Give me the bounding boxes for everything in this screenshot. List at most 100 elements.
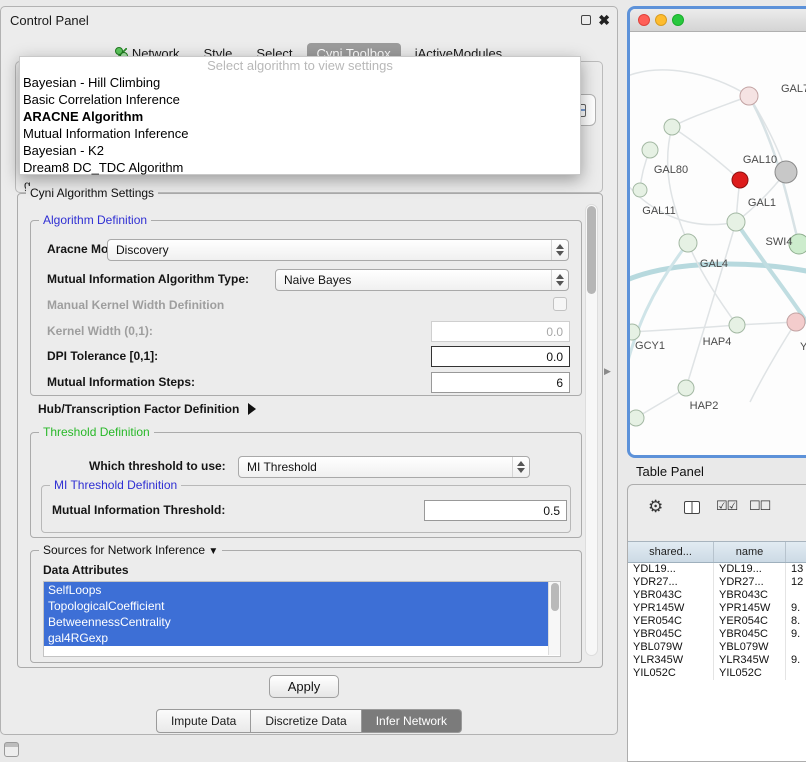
table-row[interactable]: YER054CYER054C8. <box>628 615 806 628</box>
algorithm-option[interactable]: Dream8 DC_TDC Algorithm <box>20 159 580 176</box>
columns-icon[interactable] <box>684 501 700 514</box>
table-header[interactable]: shared...name <box>628 542 806 563</box>
node-label: GAL10 <box>743 154 777 166</box>
network-edge[interactable] <box>636 388 686 418</box>
float-window-icon[interactable] <box>581 15 591 25</box>
hub-definition-toggle[interactable]: Hub/Transcription Factor Definition <box>38 402 256 416</box>
table-row[interactable]: YDR27...YDR27...12 <box>628 576 806 589</box>
bottom-tab-discretize-data[interactable]: Discretize Data <box>251 709 361 733</box>
table-row[interactable]: YIL052CYIL052C <box>628 667 806 680</box>
table-cell: 9. <box>786 654 806 667</box>
network-node[interactable] <box>633 183 647 197</box>
attribute-list-item[interactable]: TopologicalCoefficient <box>44 598 560 614</box>
network-edge[interactable] <box>630 70 749 96</box>
zoom-traffic-light[interactable] <box>672 14 684 26</box>
bottom-tab-impute-data[interactable]: Impute Data <box>156 709 251 733</box>
close-traffic-light[interactable] <box>638 14 650 26</box>
mi-threshold-field[interactable]: 0.5 <box>424 500 567 521</box>
bottom-tab-infer-network[interactable]: Infer Network <box>362 709 462 733</box>
mi-type-select[interactable]: Naive Bayes <box>275 269 569 291</box>
minimized-panel-icon[interactable] <box>4 742 19 757</box>
scrollbar-thumb[interactable] <box>587 206 596 294</box>
network-window-titlebar[interactable] <box>630 9 806 32</box>
select-all-icon[interactable]: ☑☑ <box>716 498 737 514</box>
network-node[interactable] <box>678 380 694 396</box>
network-edge[interactable] <box>668 127 688 243</box>
network-node[interactable] <box>727 213 745 231</box>
table-cell: YER054C <box>628 615 714 628</box>
column-header[interactable]: name <box>714 542 786 562</box>
attribute-list-item[interactable]: BetweennessCentrality <box>44 614 560 630</box>
which-threshold-select[interactable]: MI Threshold <box>238 456 530 478</box>
network-edge[interactable] <box>750 322 796 402</box>
table-panel-window: ⚙ ☑☑ ☐☐ shared...name YDL19...YDL19...13… <box>627 484 806 762</box>
mi-steps-field[interactable]: 6 <box>431 372 570 393</box>
network-node[interactable] <box>642 142 658 158</box>
table-row[interactable]: YBL079WYBL079W <box>628 641 806 654</box>
threshold-definition-group: Threshold Definition Which threshold to … <box>30 432 582 538</box>
network-node[interactable] <box>630 410 644 426</box>
algorithm-popup: Select algorithm to view settings Bayesi… <box>19 56 581 175</box>
table-cell: YDL19... <box>714 563 786 576</box>
combo-arrows-icon <box>551 270 568 290</box>
combo-arrows-icon <box>551 240 568 260</box>
attribute-list-scrollbar[interactable] <box>548 582 560 655</box>
algorithm-option[interactable]: Bayesian - K2 <box>20 142 580 159</box>
table-row[interactable]: YPR145WYPR145W9. <box>628 602 806 615</box>
network-node[interactable] <box>729 317 745 333</box>
minimize-traffic-light[interactable] <box>655 14 667 26</box>
deselect-all-icon[interactable]: ☐☐ <box>749 498 770 514</box>
panel-resize-handle[interactable]: ▶ <box>604 366 611 377</box>
settings-scrollbar[interactable] <box>585 204 598 656</box>
table-cell: YER054C <box>714 615 786 628</box>
table-row[interactable]: YLR345WYLR345W9. <box>628 654 806 667</box>
attribute-list-item[interactable]: SelfLoops <box>44 582 560 598</box>
table-cell: YPR145W <box>714 602 786 615</box>
network-node[interactable] <box>787 313 805 331</box>
network-edge[interactable] <box>688 243 737 325</box>
network-edge[interactable] <box>632 325 737 332</box>
network-edge[interactable] <box>672 96 749 127</box>
node-label: GAL7 <box>781 83 806 95</box>
node-label: YE <box>800 341 806 353</box>
network-node[interactable] <box>664 119 680 135</box>
dpi-tolerance-field[interactable]: 0.0 <box>431 346 570 367</box>
table-cell <box>786 641 806 654</box>
network-canvas[interactable]: GAL7GAL80GAL10GAL11GAL1SWI4GAL4GCY1HAP4H… <box>630 32 806 455</box>
data-attributes-label: Data Attributes <box>43 563 129 577</box>
table-row[interactable]: YBR043CYBR043C <box>628 589 806 602</box>
column-header[interactable]: shared... <box>628 542 714 562</box>
network-node[interactable] <box>679 234 697 252</box>
node-table: shared...name YDL19...YDL19...13YDR27...… <box>628 541 806 761</box>
network-node[interactable] <box>775 161 797 183</box>
sources-group: Sources for Network Inference ▼ Data Att… <box>30 550 582 663</box>
table-cell: YDL19... <box>628 563 714 576</box>
mi-threshold-group-title: MI Threshold Definition <box>50 478 181 492</box>
algorithm-option[interactable]: Basic Correlation Inference <box>20 91 580 108</box>
gear-icon[interactable]: ⚙ <box>648 497 663 517</box>
hub-definition-label: Hub/Transcription Factor Definition <box>38 402 239 416</box>
control-panel-title: Control Panel <box>10 13 89 28</box>
aracne-mode-select[interactable]: Discovery <box>107 239 569 261</box>
algorithm-option[interactable]: Mutual Information Inference <box>20 125 580 142</box>
apply-button[interactable]: Apply <box>269 675 339 698</box>
table-cell: YBR043C <box>714 589 786 602</box>
sources-group-title[interactable]: Sources for Network Inference ▼ <box>39 543 222 557</box>
dpi-tolerance-label: DPI Tolerance [0,1]: <box>47 349 158 363</box>
combo-arrows-icon <box>512 457 529 477</box>
network-node[interactable] <box>732 172 748 188</box>
table-row[interactable]: YBR045CYBR045C9. <box>628 628 806 641</box>
table-panel-title: Table Panel <box>636 464 704 479</box>
attribute-list-item[interactable]: gal4RGexp <box>44 630 560 646</box>
algorithm-option[interactable]: ARACNE Algorithm <box>20 108 580 125</box>
network-node[interactable] <box>740 87 758 105</box>
close-icon[interactable]: ✖ <box>598 12 610 29</box>
algorithm-option[interactable]: Bayesian - Hill Climbing <box>20 74 580 91</box>
network-edge[interactable] <box>630 243 688 372</box>
column-header[interactable] <box>786 542 806 562</box>
manual-kernel-checkbox[interactable] <box>553 297 567 311</box>
settings-group-title: Cyni Algorithm Settings <box>26 186 158 200</box>
table-row[interactable]: YDL19...YDL19...13 <box>628 563 806 576</box>
attribute-list[interactable]: SelfLoopsTopologicalCoefficientBetweenne… <box>43 581 561 657</box>
kernel-width-field[interactable]: 0.0 <box>431 321 570 342</box>
